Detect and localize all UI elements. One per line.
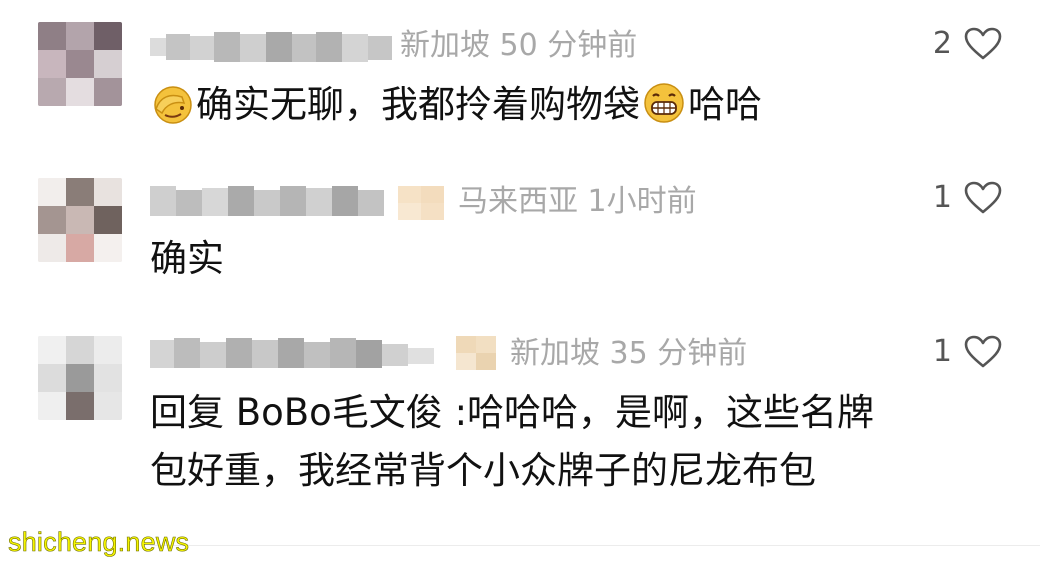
avatar[interactable]	[38, 178, 122, 262]
comment-text-line2: 包好重，我经常背个小众牌子的尼龙布包	[150, 449, 816, 492]
heart-outline-icon[interactable]	[964, 181, 1002, 215]
timestamp: 35 分钟前	[609, 336, 748, 371]
like-button[interactable]: 2	[933, 24, 1002, 64]
country-flag-icon	[398, 186, 444, 220]
comment-text: 包好重，我经常背个小众牌子的尼龙布包	[150, 442, 816, 500]
heart-outline-icon[interactable]	[964, 27, 1002, 61]
comment-meta: 新加坡 35 分钟前	[510, 334, 747, 374]
like-count: 2	[932, 26, 952, 61]
comment-text-main: 确实无聊，我都拎着购物袋	[196, 83, 640, 126]
grin-emoji	[642, 81, 686, 125]
like-count: 1	[932, 180, 952, 215]
comment-text: 确实无聊，我都拎着购物袋 哈哈	[150, 76, 762, 134]
timestamp: 50 分钟前	[499, 28, 638, 63]
comment-text-tail: 哈哈	[688, 83, 762, 126]
like-button[interactable]: 1	[933, 332, 1002, 372]
reply-prefix[interactable]: 回复 BoBo毛文俊 :	[150, 391, 467, 434]
username[interactable]	[150, 334, 450, 374]
comment-meta: 新加坡 50 分钟前	[400, 26, 637, 66]
like-count: 1	[932, 334, 952, 369]
like-button[interactable]: 1	[933, 178, 1002, 218]
location-label: 新加坡	[510, 336, 600, 371]
location-label: 新加坡	[400, 28, 490, 63]
heart-outline-icon[interactable]	[964, 335, 1002, 369]
comment-text: 回复 BoBo毛文俊 :哈哈哈，是啊，这些名牌	[150, 384, 874, 442]
facepalm-emoji	[152, 83, 194, 125]
username[interactable]	[150, 182, 390, 222]
comment-meta: 马来西亚 1小时前	[458, 182, 697, 222]
comment-text-main: 确实	[150, 237, 224, 280]
location-label: 马来西亚	[458, 184, 578, 219]
comment-text: 确实	[150, 230, 224, 288]
country-flag-icon	[456, 336, 496, 370]
username[interactable]	[150, 28, 400, 68]
avatar[interactable]	[38, 336, 122, 420]
timestamp: 1小时前	[587, 184, 697, 219]
avatar[interactable]	[38, 22, 122, 106]
comment-text-line1: 哈哈哈，是啊，这些名牌	[467, 391, 875, 434]
watermark: shicheng.news	[8, 527, 190, 558]
divider	[150, 545, 1040, 546]
